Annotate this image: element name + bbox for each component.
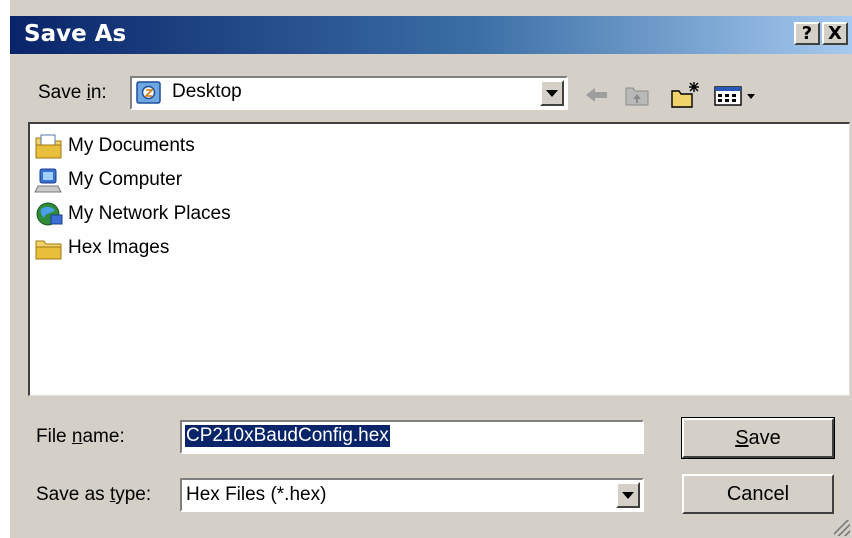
save-type-value: Hex Files (*.hex) [186,484,327,505]
folder-icon [34,234,64,262]
title-bar[interactable]: Save As ? X [10,16,852,54]
desktop-icon [136,81,162,105]
resize-grip[interactable] [834,520,850,536]
save-in-label: Save in: [38,82,107,103]
save-type-combo[interactable]: Hex Files (*.hex) [180,478,644,512]
network-places-icon [34,200,64,228]
my-computer-icon [34,166,64,194]
file-name-label: File name: [36,426,125,447]
list-item[interactable]: My Documents [34,130,195,162]
my-documents-icon [34,132,64,160]
file-name-value: CP210xBaudConfig.hex [185,425,390,447]
save-in-dropdown-button[interactable] [540,80,564,106]
save-type-dropdown-button[interactable] [616,482,640,508]
save-in-value: Desktop [172,81,242,102]
dialog-title: Save As [24,21,127,47]
list-item-label: My Documents [68,135,195,156]
save-in-combo[interactable]: Desktop [130,76,568,110]
list-item-label: My Network Places [68,203,231,224]
new-folder-icon[interactable] [670,80,700,110]
back-icon[interactable] [582,80,612,110]
save-as-dialog: Save As ? X Save in: Desktop My Document… [0,0,852,538]
list-item-label: Hex Images [68,237,170,258]
view-menu-icon[interactable] [712,80,762,110]
save-type-label: Save as type: [36,484,152,505]
left-edge [0,0,10,538]
chevron-down-icon [546,90,558,97]
file-name-input[interactable]: CP210xBaudConfig.hex [180,420,644,454]
list-item[interactable]: My Computer [34,164,182,196]
help-button[interactable]: ? [794,22,820,45]
list-item[interactable]: Hex Images [34,232,169,264]
list-item-label: My Computer [68,169,183,190]
chevron-down-icon [622,492,634,499]
list-item[interactable]: My Network Places [34,198,231,230]
close-button[interactable]: X [822,22,848,45]
save-button[interactable]: Save [681,417,835,459]
cancel-button[interactable]: Cancel [682,474,834,514]
up-folder-icon[interactable] [622,80,652,110]
